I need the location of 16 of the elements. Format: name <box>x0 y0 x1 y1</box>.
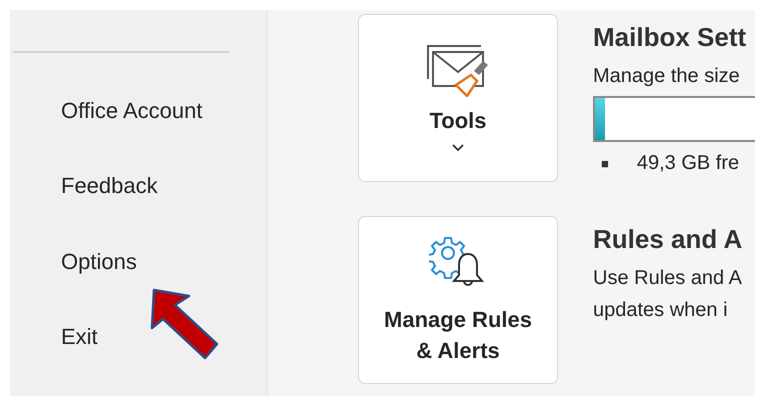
section-description: Use Rules and A <box>593 266 743 291</box>
sidebar-item[interactable]: Feedback <box>10 169 162 245</box>
sidebar-item[interactable]: Exit <box>10 320 102 396</box>
sidebar-item[interactable]: Office Account <box>10 94 206 170</box>
sidebar-item[interactable]: Options <box>10 244 141 320</box>
chevron-down-icon <box>452 144 464 152</box>
mail-brush-icon <box>427 44 489 96</box>
section-description: updates when i <box>593 298 729 323</box>
manage-rules-button[interactable]: Manage Rules & Alerts <box>358 216 558 384</box>
section-heading: Mailbox Sett <box>593 21 748 54</box>
pointer-arrow <box>150 288 220 360</box>
section-description: Manage the size <box>593 64 741 89</box>
tools-button[interactable]: Tools <box>358 14 558 182</box>
bullet-mark: ■ <box>601 156 609 171</box>
free-space-text: 49,3 GB fre <box>636 152 740 175</box>
section-heading: Rules and A <box>593 223 744 256</box>
